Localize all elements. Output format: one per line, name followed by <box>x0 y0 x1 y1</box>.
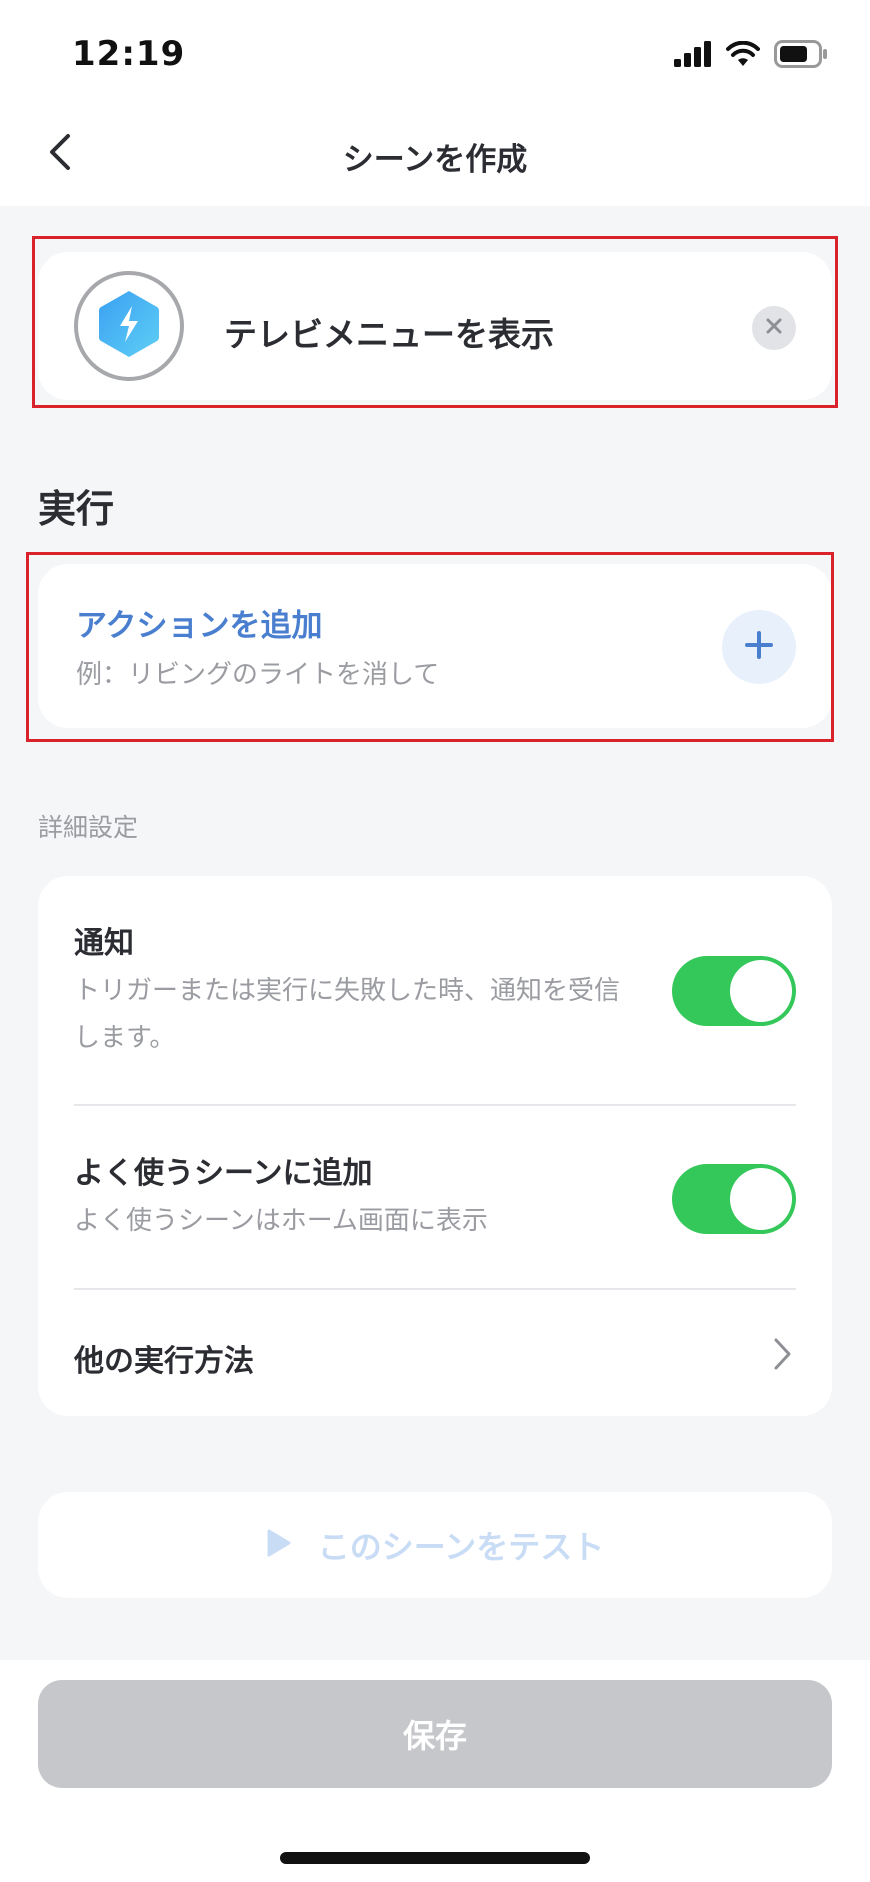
advanced-settings-label: 詳細設定 <box>38 813 139 842</box>
toggle-knob <box>730 960 792 1022</box>
setting-title[interactable]: 他の実行方法 <box>74 1336 796 1380</box>
setting-title: 通知 <box>74 926 134 961</box>
cellular-signal-icon <box>674 41 712 71</box>
setting-row-other-methods[interactable]: 他の実行方法 <box>74 1336 796 1380</box>
save-button[interactable]: 保存 <box>38 1680 832 1788</box>
status-time: 12:19 <box>72 34 186 74</box>
add-action-button[interactable] <box>722 610 796 684</box>
test-scene-button[interactable]: このシーンをテスト <box>38 1492 832 1598</box>
page-title: シーンを作成 <box>342 142 528 178</box>
notification-toggle[interactable] <box>672 956 796 1026</box>
battery-icon <box>774 40 828 72</box>
divider <box>74 1288 796 1290</box>
chevron-right-icon[interactable] <box>762 1334 802 1374</box>
scene-icon-button[interactable] <box>74 271 184 381</box>
scene-name-card[interactable]: テレビメニューを表示 <box>38 252 832 400</box>
scene-name-text[interactable]: テレビメニューを表示 <box>224 308 554 356</box>
status-bar: 12:19 <box>0 0 870 100</box>
close-icon <box>764 316 784 340</box>
add-action-card[interactable]: アクションを追加 例：リビングのライトを消して <box>38 564 832 728</box>
status-icons <box>674 40 828 72</box>
wifi-icon <box>726 40 760 71</box>
lightning-hexagon-icon <box>96 288 162 364</box>
play-icon <box>266 1528 292 1562</box>
add-action-title[interactable]: アクションを追加 <box>76 600 322 645</box>
add-action-hint: 例：リビングのライトを消して <box>76 660 440 690</box>
bottom-bar: 保存 <box>0 1660 870 1882</box>
divider <box>74 1104 796 1106</box>
nav-bar: シーンを作成 <box>0 100 870 206</box>
setting-description: トリガーまたは実行に失敗した時、通知を受信します。 <box>74 976 621 1053</box>
test-scene-label: このシーンをテスト <box>317 1528 605 1566</box>
plus-icon <box>744 630 774 664</box>
setting-description: よく使うシーンはホーム画面に表示 <box>74 1206 488 1236</box>
clear-button[interactable] <box>752 306 796 350</box>
home-indicator <box>280 1852 590 1864</box>
advanced-settings-card: 通知 トリガーまたは実行に失敗した時、通知を受信します。 よく使うシーンに追加 … <box>38 876 832 1416</box>
favorite-toggle[interactable] <box>672 1164 796 1234</box>
toggle-knob <box>730 1168 792 1230</box>
section-title-execute: 実行 <box>38 487 115 531</box>
